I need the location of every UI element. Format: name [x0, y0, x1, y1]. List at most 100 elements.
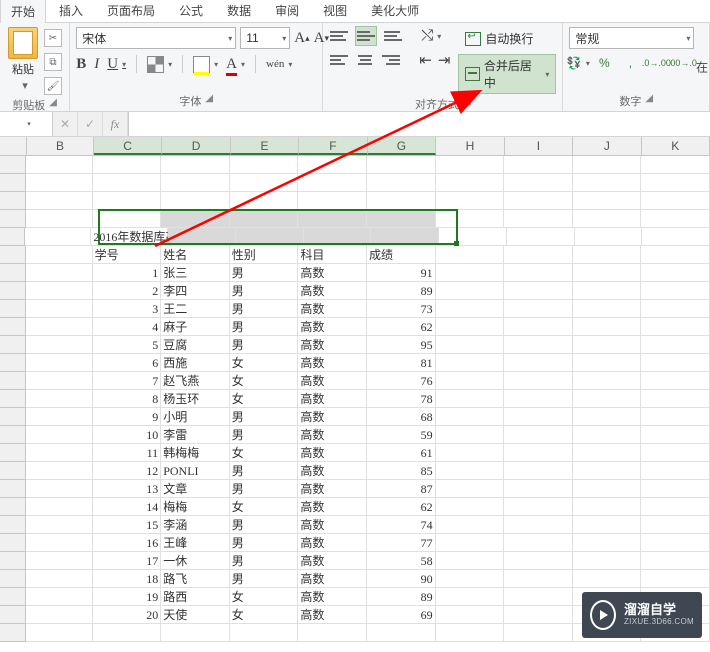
- cell[interactable]: 76: [367, 372, 436, 390]
- cell[interactable]: [367, 624, 436, 642]
- cell[interactable]: 路飞: [161, 570, 230, 588]
- decrease-decimal-button[interactable]: .00→.0: [673, 55, 691, 71]
- cell[interactable]: [436, 192, 505, 210]
- cell[interactable]: 81: [367, 354, 436, 372]
- row-header[interactable]: [0, 480, 26, 498]
- cell[interactable]: [26, 192, 93, 210]
- cell[interactable]: [436, 588, 505, 606]
- cell[interactable]: [641, 264, 710, 282]
- cell[interactable]: 20: [93, 606, 162, 624]
- cell[interactable]: [436, 264, 505, 282]
- cell[interactable]: [504, 282, 573, 300]
- col-header-H[interactable]: H: [436, 137, 504, 155]
- cell[interactable]: 17: [93, 552, 162, 570]
- cell[interactable]: 15: [93, 516, 162, 534]
- cell[interactable]: 男: [230, 480, 299, 498]
- bold-button[interactable]: B: [76, 56, 86, 73]
- cell[interactable]: 文章: [161, 480, 230, 498]
- cell[interactable]: [504, 174, 573, 192]
- cell[interactable]: [436, 498, 505, 516]
- row-header[interactable]: [0, 318, 26, 336]
- cell[interactable]: [367, 210, 436, 228]
- cell[interactable]: 高数: [298, 462, 367, 480]
- cell[interactable]: [504, 570, 573, 588]
- cell[interactable]: [436, 336, 505, 354]
- font-size-combo[interactable]: 11▾: [240, 27, 290, 49]
- cell[interactable]: PONLI: [161, 462, 230, 480]
- cell[interactable]: 高数: [298, 282, 367, 300]
- cell[interactable]: 90: [367, 570, 436, 588]
- merge-center-button[interactable]: 合并后居中 ▾: [458, 54, 556, 94]
- cell[interactable]: [436, 282, 505, 300]
- cell[interactable]: 高数: [298, 534, 367, 552]
- orientation-button[interactable]: ⤭▾: [421, 27, 441, 45]
- cell[interactable]: [436, 174, 505, 192]
- cell[interactable]: [298, 210, 367, 228]
- cell[interactable]: [504, 552, 573, 570]
- cell[interactable]: 61: [367, 444, 436, 462]
- col-header-F[interactable]: F: [299, 137, 367, 155]
- cell[interactable]: 李四: [161, 282, 230, 300]
- cell[interactable]: [504, 246, 573, 264]
- format-painter-icon[interactable]: 🖌: [44, 77, 62, 95]
- cell[interactable]: [161, 156, 230, 174]
- cell[interactable]: 高数: [298, 318, 367, 336]
- cell[interactable]: 高数: [298, 570, 367, 588]
- align-top-button[interactable]: [329, 27, 349, 45]
- cell[interactable]: 5: [93, 336, 162, 354]
- cell[interactable]: 高数: [298, 480, 367, 498]
- cell[interactable]: 高数: [298, 606, 367, 624]
- cell[interactable]: 89: [367, 282, 436, 300]
- cell[interactable]: [641, 426, 710, 444]
- cell[interactable]: [26, 588, 93, 606]
- col-header-I[interactable]: I: [505, 137, 573, 155]
- cell[interactable]: [573, 354, 642, 372]
- row-header[interactable]: [0, 588, 26, 606]
- cell[interactable]: [26, 174, 93, 192]
- dialog-launcher-icon[interactable]: ◢: [463, 96, 471, 112]
- row-header[interactable]: [0, 516, 26, 534]
- cell[interactable]: [161, 174, 230, 192]
- cell[interactable]: [504, 192, 573, 210]
- cell[interactable]: [26, 354, 93, 372]
- cell[interactable]: 62: [367, 498, 436, 516]
- cell[interactable]: [573, 174, 642, 192]
- cell[interactable]: [641, 174, 710, 192]
- cell[interactable]: [641, 408, 710, 426]
- cell[interactable]: [641, 300, 710, 318]
- cell[interactable]: [304, 228, 372, 246]
- cell[interactable]: [641, 192, 710, 210]
- cell[interactable]: [573, 264, 642, 282]
- cell[interactable]: [367, 192, 436, 210]
- cell[interactable]: 姓名: [161, 246, 230, 264]
- cell[interactable]: [504, 462, 573, 480]
- cell[interactable]: 性别: [230, 246, 299, 264]
- cell[interactable]: 女: [230, 390, 299, 408]
- cell[interactable]: 学号: [93, 246, 162, 264]
- cell[interactable]: [573, 210, 642, 228]
- percent-button[interactable]: %: [595, 55, 613, 71]
- cell[interactable]: [93, 192, 162, 210]
- cell[interactable]: [436, 372, 505, 390]
- row-header[interactable]: [0, 354, 26, 372]
- cell[interactable]: 韩梅梅: [161, 444, 230, 462]
- row-header[interactable]: [0, 624, 26, 642]
- cell[interactable]: [26, 426, 93, 444]
- paste-button[interactable]: 粘贴 ▾: [6, 27, 40, 92]
- cell[interactable]: [573, 426, 642, 444]
- cell[interactable]: [573, 480, 642, 498]
- cell[interactable]: [573, 516, 642, 534]
- cell[interactable]: [161, 624, 230, 642]
- col-header-J[interactable]: J: [573, 137, 641, 155]
- cell[interactable]: 68: [367, 408, 436, 426]
- align-right-button[interactable]: [381, 51, 401, 69]
- cell[interactable]: [93, 174, 162, 192]
- cell[interactable]: [436, 354, 505, 372]
- cell[interactable]: [26, 156, 93, 174]
- cell[interactable]: [504, 354, 573, 372]
- tab-view[interactable]: 视图: [312, 0, 358, 22]
- cell[interactable]: 路西: [161, 588, 230, 606]
- cell[interactable]: [641, 552, 710, 570]
- col-header-B[interactable]: B: [27, 137, 94, 155]
- cell[interactable]: [641, 246, 710, 264]
